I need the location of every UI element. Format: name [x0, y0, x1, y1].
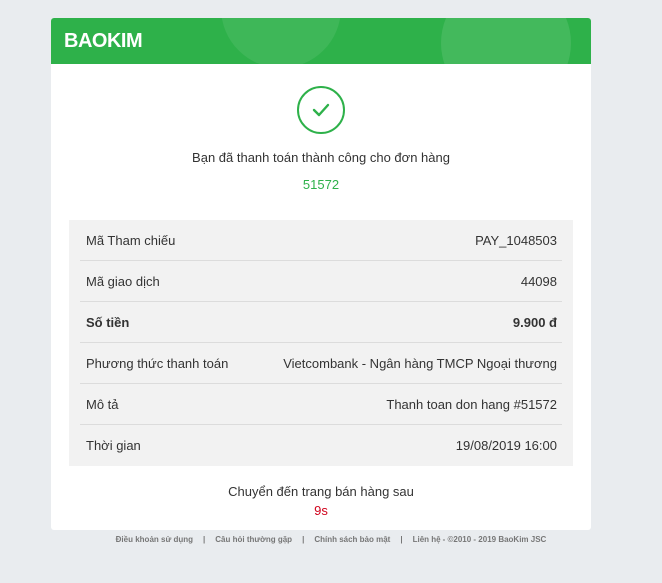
detail-value: Vietcombank - Ngân hàng TMCP Ngoại thươn… [283, 356, 557, 371]
detail-value: PAY_1048503 [475, 233, 557, 248]
header-bar: BAOKIM [51, 18, 591, 64]
header-decoration [221, 18, 341, 64]
footer-copyright: - ©2010 - 2019 BaoKim JSC [442, 535, 547, 544]
detail-label: Mã giao dịch [86, 274, 160, 289]
order-id: 51572 [302, 177, 340, 192]
footer-link-faq[interactable]: Câu hỏi thường gặp [215, 535, 292, 544]
detail-value: 9.900 đ [512, 315, 557, 330]
footer-link-terms[interactable]: Điều khoản sử dụng [116, 535, 193, 544]
detail-row-payment-method: Phương thức thanh toán Vietcombank - Ngâ… [69, 343, 573, 384]
detail-label: Phương thức thanh toán [86, 356, 229, 371]
baokim-logo: BAOKIM [64, 30, 143, 52]
detail-value: 19/08/2019 16:00 [455, 438, 557, 453]
footer-link-contact[interactable]: Liên hệ [413, 535, 441, 544]
footer-separator: | [302, 535, 305, 544]
footer-links: Điều khoản sử dụng | Câu hỏi thường gặp | Ch… [0, 535, 662, 544]
detail-label: Mã Tham chiếu [86, 233, 176, 248]
detail-row-time: Thời gian 19/08/2019 16:00 [69, 425, 573, 466]
detail-value: Thanh toan don hang #51572 [386, 397, 557, 412]
detail-label: Thời gian [86, 438, 141, 453]
footer-separator: | [203, 535, 206, 544]
redirect-countdown: 9s [314, 503, 328, 518]
detail-label: Mô tả [86, 397, 119, 412]
check-circle-icon [297, 86, 345, 134]
detail-row-description: Mô tả Thanh toan don hang #51572 [69, 384, 573, 425]
payment-card: BAOKIM Bạn đã thanh toán thành công cho … [51, 18, 591, 530]
transaction-details: Mã Tham chiếu PAY_1048503 Mã giao dịch 4… [69, 220, 573, 466]
footer-separator: | [400, 535, 403, 544]
header-decoration [441, 18, 571, 64]
footer-link-privacy[interactable]: Chính sách bảo mật [314, 535, 390, 544]
detail-label: Số tiền [86, 315, 130, 330]
detail-row-reference: Mã Tham chiếu PAY_1048503 [69, 220, 573, 261]
redirect-message: Chuyển đến trang bán hàng sau [228, 484, 414, 499]
success-message: Bạn đã thanh toán thành công cho đơn hàn… [192, 150, 450, 165]
detail-row-transaction-id: Mã giao dịch 44098 [69, 261, 573, 302]
detail-value: 44098 [520, 274, 557, 289]
detail-row-amount: Số tiền 9.900 đ [69, 302, 573, 343]
